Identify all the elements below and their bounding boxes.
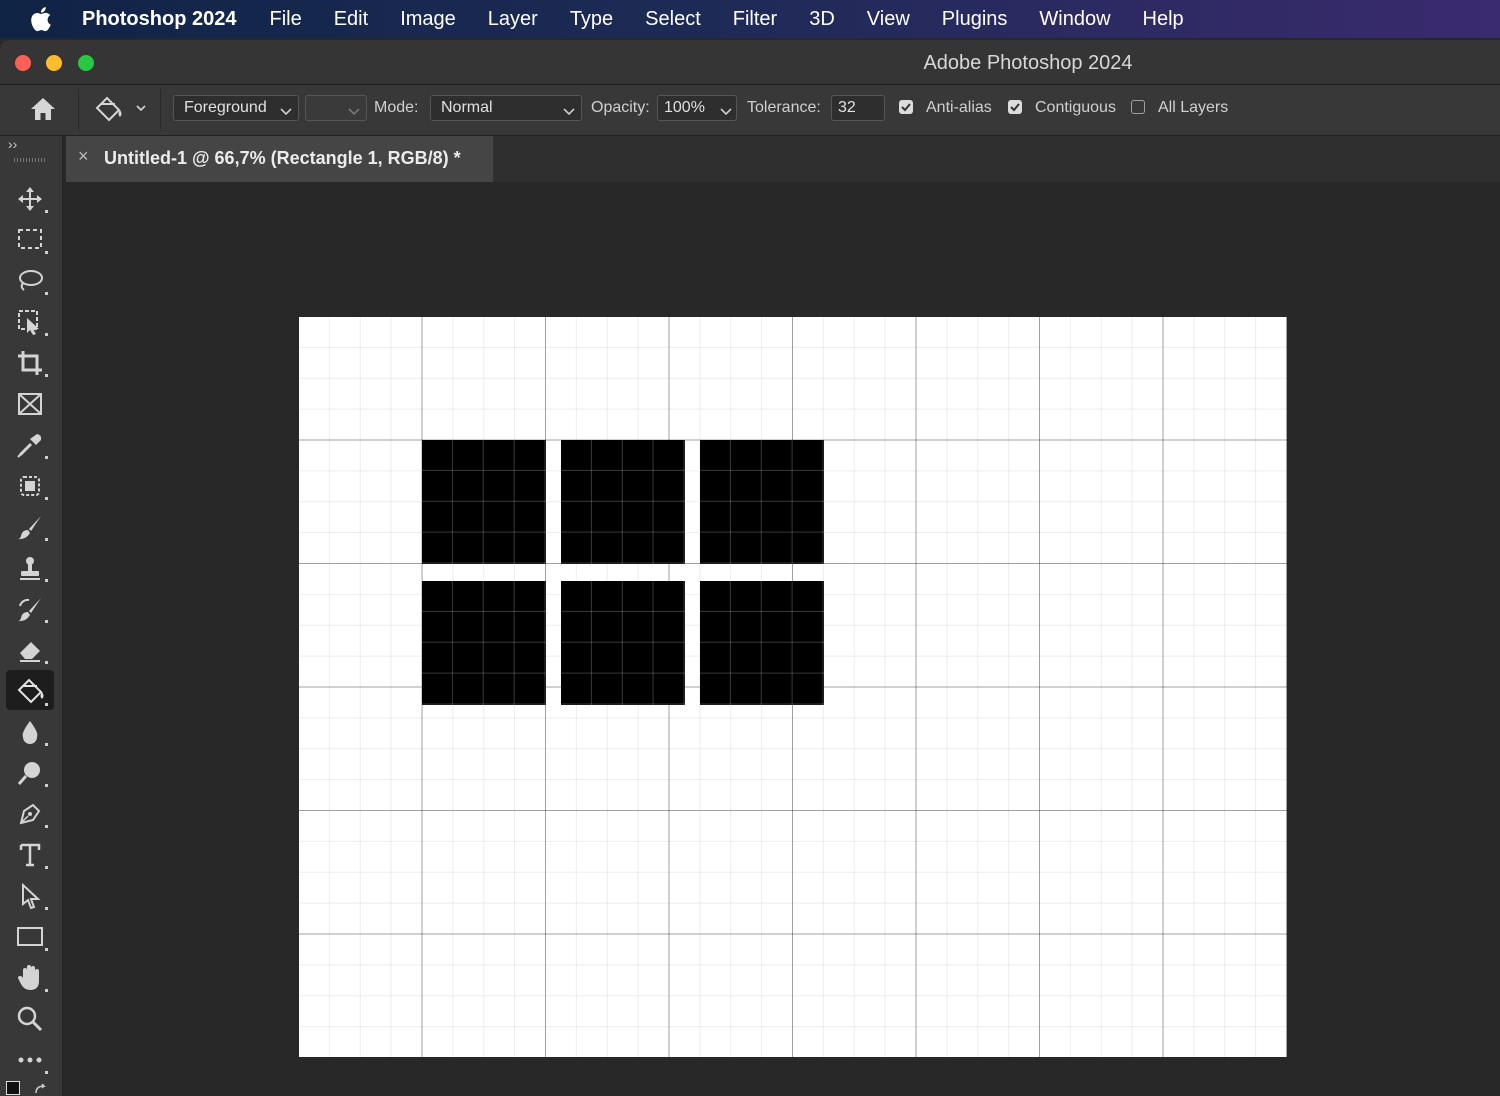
foreground-color-swatch[interactable] bbox=[6, 1081, 20, 1095]
chevron-down-icon[interactable] bbox=[720, 103, 732, 121]
black-rectangle-shape[interactable] bbox=[422, 581, 546, 705]
tools-panel: ›› bbox=[0, 136, 63, 1096]
menu-3d[interactable]: 3D bbox=[809, 8, 835, 31]
tolerance-field[interactable]: 32 bbox=[831, 95, 885, 121]
zoom-tool-icon[interactable] bbox=[6, 1001, 54, 1037]
fill-source-dropdown[interactable]: Foreground bbox=[173, 95, 299, 121]
menu-select[interactable]: Select bbox=[645, 8, 701, 31]
black-rectangle-shape[interactable] bbox=[700, 440, 824, 564]
opacity-value: 100% bbox=[664, 99, 705, 116]
menu-file[interactable]: File bbox=[269, 8, 301, 31]
app-name-menu[interactable]: Photoshop 2024 bbox=[82, 8, 236, 31]
black-rectangle-shape[interactable] bbox=[700, 581, 824, 705]
menu-view[interactable]: View bbox=[867, 8, 910, 31]
anti-alias-label[interactable]: Anti-alias bbox=[926, 99, 992, 117]
document-tab-strip: × Untitled-1 @ 66,7% (Rectangle 1, RGB/8… bbox=[66, 136, 1500, 182]
close-tab-icon[interactable]: × bbox=[78, 146, 89, 167]
brush-tool-icon[interactable] bbox=[6, 509, 54, 545]
mode-value: Normal bbox=[441, 99, 493, 116]
document-canvas[interactable] bbox=[299, 317, 1287, 1057]
all-layers-label[interactable]: All Layers bbox=[1158, 99, 1228, 117]
eyedropper-tool-icon[interactable] bbox=[6, 427, 54, 463]
dodge-tool-icon[interactable] bbox=[6, 755, 54, 791]
window-titlebar: Adobe Photoshop 2024 bbox=[0, 40, 1500, 85]
divider bbox=[78, 89, 79, 131]
pen-tool-icon[interactable] bbox=[6, 796, 54, 832]
home-icon[interactable] bbox=[28, 95, 58, 128]
menu-plugins[interactable]: Plugins bbox=[942, 8, 1008, 31]
document-tab[interactable]: × Untitled-1 @ 66,7% (Rectangle 1, RGB/8… bbox=[66, 136, 493, 182]
crop-tool-icon[interactable] bbox=[6, 345, 54, 381]
move-tool-icon[interactable] bbox=[6, 181, 54, 217]
tolerance-value: 32 bbox=[838, 99, 856, 116]
contiguous-label[interactable]: Contiguous bbox=[1035, 99, 1116, 117]
tool-preset-picker-icon[interactable] bbox=[92, 94, 152, 129]
opacity-field[interactable]: 100% bbox=[657, 95, 737, 121]
object-selection-tool-icon[interactable] bbox=[6, 304, 54, 340]
options-bar: Foreground Mode: Normal Opacity: 100% To… bbox=[0, 85, 1500, 136]
menu-bar: Photoshop 2024 File Edit Image Layer Typ… bbox=[0, 0, 1500, 38]
healing-brush-tool-icon[interactable] bbox=[6, 468, 54, 504]
black-rectangle-shape[interactable] bbox=[422, 440, 546, 564]
all-layers-checkbox[interactable] bbox=[1131, 100, 1145, 114]
marquee-tool-icon[interactable] bbox=[6, 222, 54, 258]
rectangle-tool-icon[interactable] bbox=[6, 919, 54, 955]
contiguous-checkbox[interactable] bbox=[1008, 100, 1022, 114]
clone-stamp-tool-icon[interactable] bbox=[6, 550, 54, 586]
chevron-down-icon bbox=[563, 103, 575, 121]
chevron-down-icon bbox=[280, 103, 292, 121]
divider bbox=[160, 89, 161, 131]
menu-help[interactable]: Help bbox=[1143, 8, 1184, 31]
hand-tool-icon[interactable] bbox=[6, 960, 54, 996]
lasso-tool-icon[interactable] bbox=[6, 263, 54, 299]
anti-alias-checkbox[interactable] bbox=[899, 100, 913, 114]
paint-bucket-tool-icon[interactable] bbox=[6, 670, 54, 710]
eraser-tool-icon[interactable] bbox=[6, 632, 54, 668]
mode-dropdown[interactable]: Normal bbox=[430, 95, 582, 121]
document-tab-title: Untitled-1 @ 66,7% (Rectangle 1, RGB/8) … bbox=[104, 148, 461, 168]
mode-label: Mode: bbox=[374, 99, 419, 116]
more-tools-icon[interactable] bbox=[6, 1042, 54, 1078]
expand-panel-icon[interactable]: ›› bbox=[8, 136, 17, 152]
blur-tool-icon[interactable] bbox=[6, 714, 54, 750]
menu-layer[interactable]: Layer bbox=[488, 8, 538, 31]
pattern-picker[interactable] bbox=[305, 95, 367, 121]
path-selection-tool-icon[interactable] bbox=[6, 878, 54, 914]
panel-grip[interactable] bbox=[14, 158, 46, 162]
black-rectangle-shape[interactable] bbox=[561, 440, 685, 564]
photoshop-window: Adobe Photoshop 2024 Foreground Mode: No… bbox=[0, 40, 1500, 1096]
history-brush-tool-icon[interactable] bbox=[6, 591, 54, 627]
menu-filter[interactable]: Filter bbox=[733, 8, 777, 31]
frame-tool-icon[interactable] bbox=[6, 386, 54, 422]
menu-image[interactable]: Image bbox=[400, 8, 456, 31]
swap-colors-icon[interactable] bbox=[34, 1082, 50, 1096]
apple-logo-icon[interactable] bbox=[30, 6, 56, 32]
black-rectangle-shape[interactable] bbox=[561, 581, 685, 705]
chevron-down-icon bbox=[348, 103, 360, 121]
fill-source-value: Foreground bbox=[184, 99, 267, 116]
opacity-label: Opacity: bbox=[591, 99, 650, 116]
menu-type[interactable]: Type bbox=[570, 8, 613, 31]
menu-window[interactable]: Window bbox=[1039, 8, 1110, 31]
window-title: Adobe Photoshop 2024 bbox=[923, 52, 1133, 74]
type-tool-icon[interactable] bbox=[6, 837, 54, 873]
menu-edit[interactable]: Edit bbox=[334, 8, 368, 31]
tolerance-label: Tolerance: bbox=[747, 99, 821, 116]
